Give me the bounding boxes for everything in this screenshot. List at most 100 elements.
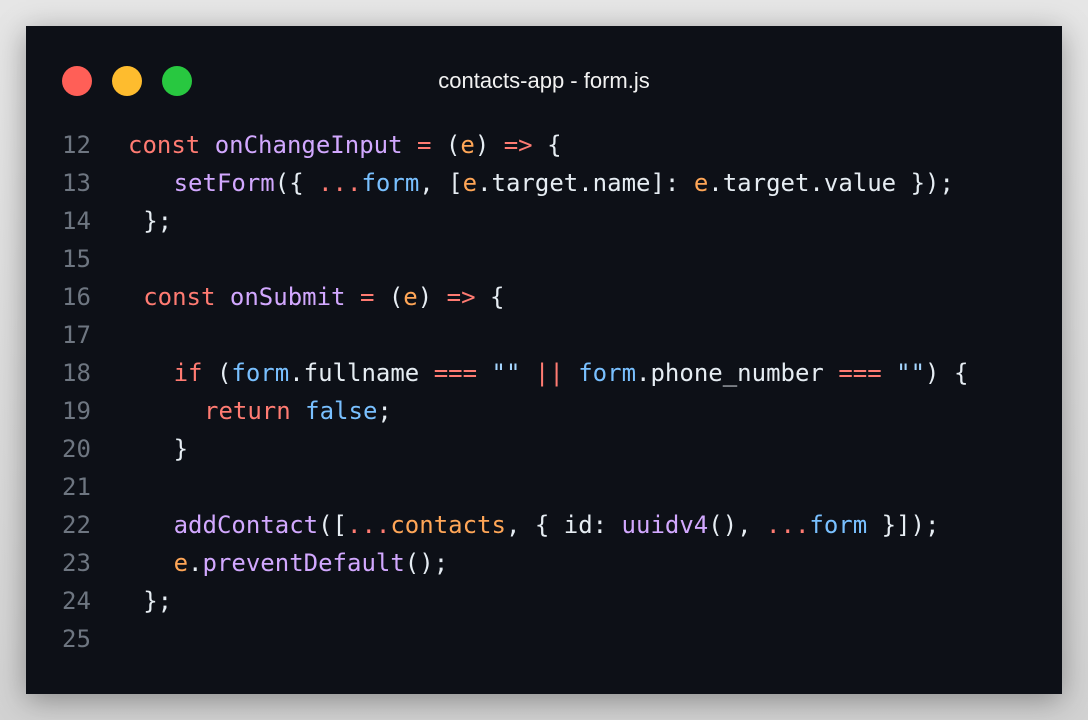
- code-token: , [: [419, 169, 463, 197]
- code-line: 12 const onChangeInput = (e) => {: [26, 126, 1062, 164]
- code-token: e: [462, 169, 478, 197]
- line-number: 17: [62, 321, 91, 349]
- line-number: 12: [62, 131, 91, 159]
- line-number: 19: [62, 397, 91, 425]
- line-number: 16: [62, 283, 91, 311]
- window-title: contacts-app - form.js: [438, 68, 650, 93]
- line-source: if (form.fullname === "" || form.phone_n…: [174, 354, 969, 392]
- code-token: .fullname: [289, 359, 434, 387]
- line-source: setForm({ ...form, [e.target.name]: e.ta…: [174, 164, 954, 202]
- code-line: 15: [26, 240, 1062, 278]
- line-source: addContact([...contacts, { id: uuidv4(),…: [174, 506, 940, 544]
- code-token: setForm: [173, 169, 275, 197]
- line-source: e.preventDefault();: [174, 544, 449, 582]
- code-token: form: [361, 169, 420, 197]
- code-token: };: [143, 207, 173, 235]
- code-token: }: [173, 435, 189, 463]
- code-token: .: [188, 549, 203, 577]
- line-source: const onSubmit = (e) => {: [143, 278, 504, 316]
- code-token: (: [374, 283, 404, 311]
- code-token: ): [417, 283, 447, 311]
- line-number: 22: [62, 511, 91, 539]
- code-token: {: [532, 131, 562, 159]
- line-number: 13: [62, 169, 91, 197]
- code-editor[interactable]: 12 const onChangeInput = (e) => {13 setFor…: [26, 126, 1062, 658]
- window-titlebar: contacts-app - form.js: [26, 26, 1062, 136]
- line-number: 21: [62, 473, 91, 501]
- code-token: onChangeInput: [214, 131, 403, 159]
- code-token: "": [896, 359, 926, 387]
- line-number: 24: [62, 587, 91, 615]
- code-line: 19 return false;: [26, 392, 1062, 430]
- code-line: 16 const onSubmit = (e) => {: [26, 278, 1062, 316]
- code-line: 23 e.preventDefault();: [26, 544, 1062, 582]
- screenshot-background: contacts-app - form.js 12 const onChangeI…: [0, 0, 1088, 720]
- code-token: =>: [503, 131, 533, 159]
- line-source: };: [143, 202, 172, 240]
- line-source: };: [143, 582, 172, 620]
- code-token: }]);: [867, 511, 940, 539]
- code-token: const: [128, 131, 201, 159]
- code-token: form: [578, 359, 637, 387]
- code-token: , { id:: [505, 511, 622, 539]
- code-token: preventDefault: [202, 549, 405, 577]
- code-window: contacts-app - form.js 12 const onChangeI…: [26, 26, 1062, 694]
- code-token: ===: [433, 359, 478, 387]
- code-token: .target.name]:: [477, 169, 694, 197]
- code-token: =>: [446, 283, 476, 311]
- code-token: addContact: [173, 511, 319, 539]
- code-token: e: [403, 283, 418, 311]
- code-token: "": [491, 359, 521, 387]
- line-source: }: [174, 430, 188, 468]
- code-token: if: [173, 359, 203, 387]
- code-line: 24};: [26, 582, 1062, 620]
- code-token: ();: [404, 549, 449, 577]
- code-token: ([: [318, 511, 347, 539]
- code-token: uuidv4: [621, 511, 709, 539]
- code-token: onSubmit: [229, 283, 346, 311]
- code-token: ({: [274, 169, 319, 197]
- code-token: ) {: [925, 359, 969, 387]
- code-token: contacts: [390, 511, 506, 539]
- code-token: ...: [347, 511, 391, 539]
- code-line: 14};: [26, 202, 1062, 240]
- line-number: 23: [62, 549, 91, 577]
- code-token: .target.value });: [708, 169, 954, 197]
- line-source: return false;: [204, 392, 392, 430]
- code-token: return: [204, 397, 291, 425]
- code-token: false: [305, 397, 378, 425]
- code-token: const: [143, 283, 216, 311]
- code-line: 18 if (form.fullname === "" || form.phone…: [26, 354, 1062, 392]
- code-token: (),: [708, 511, 767, 539]
- code-line: 20}: [26, 430, 1062, 468]
- code-token: e: [693, 169, 709, 197]
- code-token: ;: [377, 397, 392, 425]
- code-token: .phone_number: [636, 359, 839, 387]
- code-token: form: [231, 359, 290, 387]
- code-token: e: [460, 131, 475, 159]
- code-token: ||: [534, 359, 564, 387]
- code-token: (: [431, 131, 461, 159]
- code-token: =: [417, 131, 432, 159]
- code-line: 21: [26, 468, 1062, 506]
- line-number: 25: [62, 625, 91, 653]
- code-line: 13 setForm({ ...form, [e.target.name]: e.…: [26, 164, 1062, 202]
- code-token: ...: [766, 511, 810, 539]
- code-token: (: [202, 359, 232, 387]
- code-token: =: [359, 283, 375, 311]
- line-source: const onChangeInput = (e) => {: [128, 126, 562, 164]
- line-number: 14: [62, 207, 91, 235]
- code-line: 22 addContact([...contacts, { id: uuidv4(…: [26, 506, 1062, 544]
- code-token: form: [809, 511, 868, 539]
- code-token: ===: [838, 359, 882, 387]
- code-token: e: [173, 549, 189, 577]
